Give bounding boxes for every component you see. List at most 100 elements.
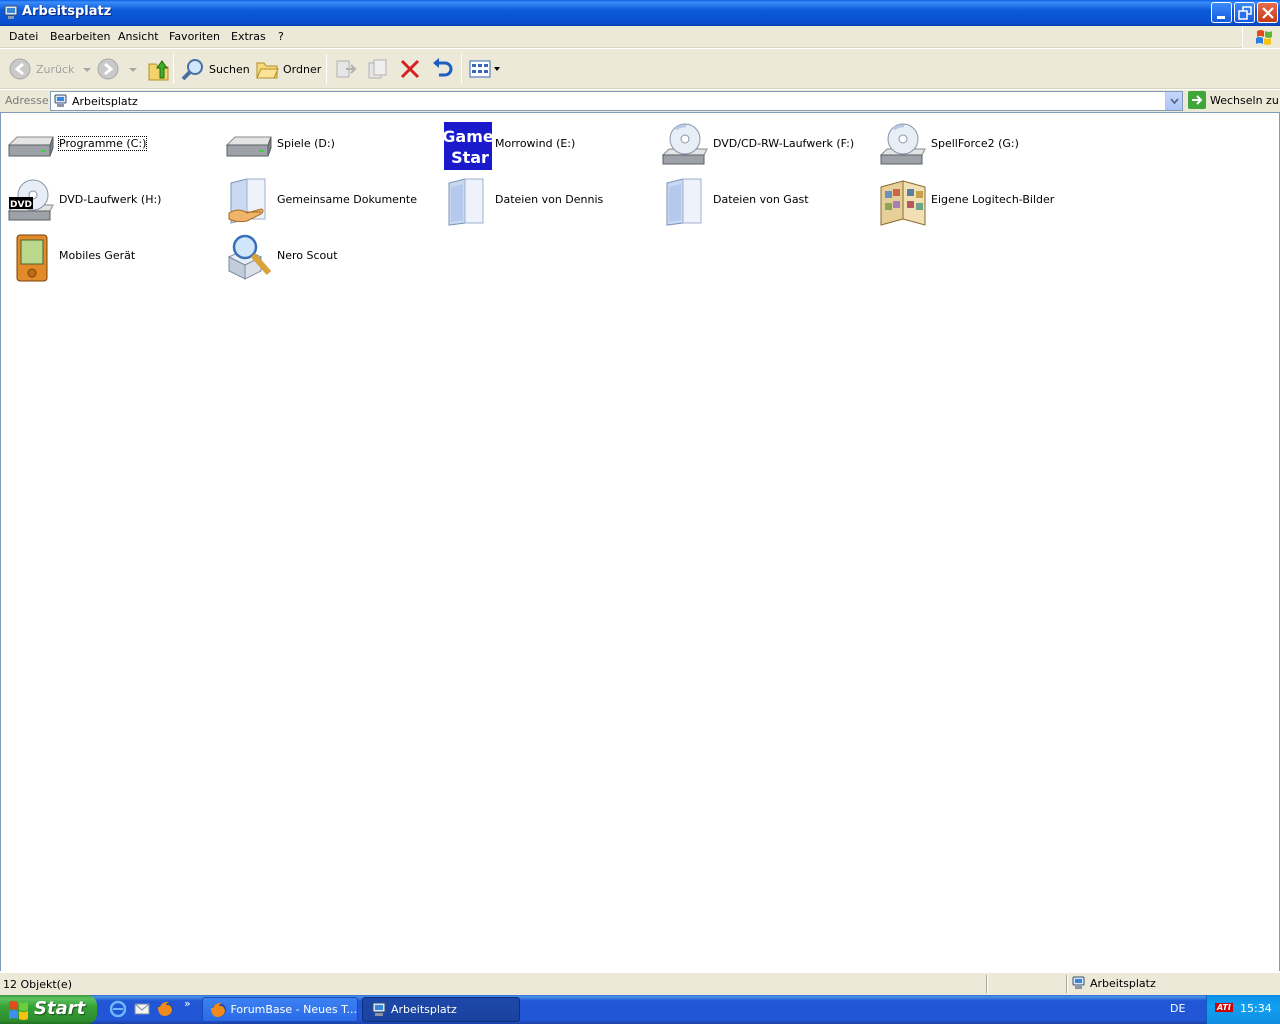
delete-x-icon — [400, 59, 420, 79]
taskbar-button-forumbase[interactable]: ForumBase - Neues T... — [202, 997, 358, 1022]
taskbar: Start » ForumBase - Neues T... Arbeitspl… — [0, 995, 1280, 1024]
app-item-nero-scout[interactable]: Nero Scout — [225, 231, 435, 283]
title-bar[interactable]: Arbeitsplatz — [0, 0, 1280, 26]
views-button[interactable] — [469, 53, 501, 85]
language-indicator[interactable]: DE — [1170, 1002, 1185, 1015]
restore-button[interactable] — [1234, 2, 1255, 23]
undo-button[interactable] — [430, 53, 454, 85]
search-button[interactable]: Suchen — [181, 53, 250, 85]
menu-help[interactable]: ? — [278, 30, 284, 43]
back-arrow-icon — [9, 58, 31, 80]
chevron-down-icon — [129, 68, 137, 72]
drive-item-c[interactable]: Programme (C:) — [7, 119, 217, 171]
menu-favoriten[interactable]: Favoriten — [169, 30, 220, 43]
dvd-logo-text: DVD — [10, 200, 32, 210]
folder-item-logitech-pictures[interactable]: Eigene Logitech-Bilder — [879, 175, 1089, 227]
menu-extras[interactable]: Extras — [231, 30, 266, 43]
folder-item-gast[interactable]: Dateien von Gast — [661, 175, 871, 227]
delete-button[interactable] — [398, 53, 422, 85]
gamestar-cd-icon: Game Star — [443, 122, 493, 170]
status-location: Arbeitsplatz — [1072, 976, 1156, 990]
gamestar-game-text: Game — [443, 127, 493, 146]
address-bar: Adresse Arbeitsplatz Wechseln zu — [0, 90, 1280, 112]
search-icon — [181, 59, 203, 81]
drive-item-f[interactable]: DVD/CD-RW-Laufwerk (F:) — [661, 119, 871, 171]
photo-album-icon — [880, 180, 926, 226]
hard-drive-icon — [225, 136, 272, 157]
menu-ansicht[interactable]: Ansicht — [118, 30, 159, 43]
firefox-icon — [211, 1002, 226, 1017]
my-computer-icon — [372, 1002, 386, 1016]
minimize-icon — [1217, 16, 1225, 19]
menu-datei[interactable]: Datei — [9, 30, 38, 43]
up-folder-icon — [148, 60, 169, 81]
back-button[interactable]: Zurück — [8, 53, 92, 85]
undo-icon — [433, 58, 453, 77]
device-item-mobile[interactable]: Mobiles Gerät — [7, 231, 217, 283]
address-label: Adresse — [5, 94, 49, 107]
internet-explorer-icon[interactable] — [110, 1000, 126, 1018]
restore-icon — [1238, 6, 1252, 20]
my-computer-icon — [4, 5, 18, 19]
item-label: SpellForce2 (G:) — [931, 137, 1019, 150]
status-item-count: 12 Objekt(e) — [3, 978, 72, 991]
address-input[interactable]: Arbeitsplatz — [50, 91, 1183, 111]
go-button[interactable]: Wechseln zu — [1188, 91, 1279, 109]
start-button[interactable]: Start — [0, 995, 97, 1024]
chevron-down-icon — [1170, 98, 1179, 105]
minimize-button[interactable] — [1211, 2, 1232, 23]
system-tray: ATI 15:34 — [1206, 995, 1280, 1024]
chevron-down-icon — [83, 68, 92, 72]
gamestar-star-text: Star — [451, 148, 489, 167]
taskbar-button-arbeitsplatz[interactable]: Arbeitsplatz — [362, 997, 520, 1022]
drive-item-e[interactable]: Game Star Morrowind (E:) — [443, 119, 653, 171]
drive-item-h[interactable]: DVD DVD-Laufwerk (H:) — [7, 175, 217, 227]
shared-folder-icon — [228, 178, 266, 224]
item-label: Mobiles Gerät — [59, 249, 136, 262]
mobile-device-icon — [16, 234, 48, 282]
up-folder-button[interactable] — [146, 53, 170, 85]
move-to-icon — [336, 60, 357, 78]
toolbar-separator — [173, 54, 174, 84]
copy-to-button[interactable] — [366, 53, 390, 85]
firefox-icon[interactable] — [158, 1000, 174, 1018]
item-label: Morrowind (E:) — [495, 137, 576, 150]
cd-drive-icon — [661, 123, 708, 165]
file-view[interactable]: Programme (C:) Spiele (D:) Game Star Mor… — [0, 112, 1280, 971]
windows-flag-icon — [9, 1001, 28, 1020]
cd-drive-icon — [879, 123, 926, 165]
status-divider — [1066, 975, 1068, 993]
folder-item-dennis[interactable]: Dateien von Dennis — [443, 175, 653, 227]
item-label: DVD/CD-RW-Laufwerk (F:) — [713, 137, 855, 150]
copy-to-icon — [368, 59, 387, 79]
drive-item-g[interactable]: SpellForce2 (G:) — [879, 119, 1089, 171]
quicklaunch-overflow-icon[interactable]: » — [184, 997, 191, 1010]
status-bar: 12 Objekt(e) Arbeitsplatz — [0, 972, 1280, 995]
item-label: Eigene Logitech-Bilder — [931, 193, 1055, 206]
drive-item-d[interactable]: Spiele (D:) — [225, 119, 435, 171]
windows-flag-icon — [1256, 30, 1272, 45]
views-icon — [469, 60, 491, 78]
hard-drive-icon — [7, 136, 54, 157]
ati-tray-icon[interactable]: ATI — [1215, 1003, 1233, 1012]
menu-bearbeiten[interactable]: Bearbeiten — [50, 30, 110, 43]
toolbar-separator — [326, 54, 327, 84]
dvd-drive-icon: DVD — [7, 179, 54, 221]
item-label: Dateien von Gast — [713, 193, 809, 206]
close-icon — [1262, 7, 1274, 19]
item-label: Nero Scout — [277, 249, 338, 262]
nero-scout-icon — [227, 234, 272, 280]
email-icon[interactable] — [134, 1000, 150, 1018]
address-value: Arbeitsplatz — [72, 95, 138, 108]
address-dropdown-button[interactable] — [1165, 92, 1182, 110]
folder-icon — [448, 178, 484, 226]
close-button[interactable] — [1257, 2, 1278, 23]
my-computer-icon — [54, 94, 67, 107]
status-divider — [986, 975, 988, 993]
forward-button[interactable] — [96, 53, 138, 85]
folder-icon — [666, 178, 702, 226]
folders-button[interactable]: Ordner — [255, 53, 321, 85]
clock[interactable]: 15:34 — [1240, 1002, 1272, 1015]
move-to-button[interactable] — [334, 53, 358, 85]
folder-item-shared-docs[interactable]: Gemeinsame Dokumente — [225, 175, 435, 227]
